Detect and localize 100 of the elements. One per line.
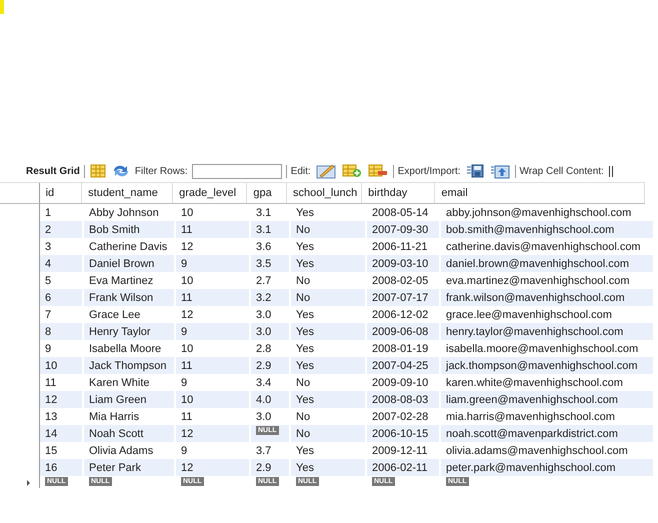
table-cell: Bob Smith (84, 221, 174, 238)
table-cell: 2.9 (251, 459, 289, 476)
table-cell: liam.green@mavenhighschool.com (441, 391, 653, 408)
table-cell-text: 3.0 (255, 410, 272, 424)
table-cell: bob.smith@mavenhighschool.com (441, 221, 653, 238)
table-cell-text: 2.7 (255, 274, 272, 288)
table-cell: 2008-08-03 (367, 391, 439, 408)
column-header[interactable]: birthday (362, 183, 436, 203)
wrap-cell-label: Wrap Cell Content: (520, 166, 604, 176)
table-cell-text: 9 (44, 342, 52, 356)
table-cell-text: 2008-05-14 (371, 206, 430, 220)
column-header[interactable]: student_name (82, 183, 174, 203)
edit-icon[interactable] (316, 163, 336, 179)
table-cell: Yes (291, 357, 365, 374)
text-cursor-icon (0, 0, 4, 14)
table-cell-text: Yes (295, 444, 315, 458)
table-cell: daniel.brown@mavenhighschool.com (441, 255, 653, 272)
table-cell: peter.park@mavenhighschool.com (441, 459, 653, 476)
table-cell: 4.0 (251, 391, 289, 408)
table-cell: frank.wilson@mavenhighschool.com (441, 289, 653, 306)
table-cell: No (291, 289, 365, 306)
table-cell-text: 11 (180, 410, 194, 424)
table-cell: Yes (291, 459, 365, 476)
table-cell: 3.5 (251, 255, 289, 272)
table-cell-text: No (295, 376, 312, 390)
table-cell: 11 (176, 357, 249, 374)
column-header[interactable]: email (435, 183, 645, 203)
table-cell-text: 3.0 (255, 308, 272, 322)
table-cell-text: 13 (44, 410, 58, 424)
export-icon[interactable] (466, 164, 484, 178)
table-cell: 11 (176, 221, 249, 238)
table-cell: 8 (40, 323, 82, 340)
table-cell: jack.thompson@mavenhighschool.com (441, 357, 653, 374)
table-cell-text: isabella.moore@mavenhighschool.com (445, 342, 640, 356)
table-cell: 3.0 (251, 323, 289, 340)
table-cell-text: No (295, 410, 312, 424)
table-cell-text: catherine.davis@mavenhighschool.com (445, 240, 642, 254)
table-cell: noah.scott@mavenparkdistrict.com (441, 425, 653, 442)
table-cell-text: 3 (44, 240, 52, 254)
table-cell-text: 12 (180, 240, 194, 254)
refresh-icon[interactable] (112, 164, 130, 178)
table-cell-text: Yes (295, 240, 315, 254)
table-cell: 11 (176, 289, 249, 306)
table-cell-text: Isabella Moore (88, 342, 162, 356)
table-cell-text: 15 (44, 444, 58, 458)
table-cell: 12 (176, 425, 249, 442)
wrap-toggle-icon[interactable] (608, 166, 613, 176)
table-cell: 2 (40, 221, 82, 238)
table-cell-text: 2006-12-02 (371, 308, 430, 322)
column-header[interactable]: gpa (247, 183, 287, 203)
table-cell-text: Yes (295, 206, 315, 220)
import-icon[interactable] (490, 163, 510, 179)
table-cell-text: 11 (44, 376, 58, 390)
table-cell: 10 (40, 357, 82, 374)
table-cell-text: Yes (295, 342, 315, 356)
column-header[interactable]: grade_level (173, 183, 248, 203)
table-cell-text: 12 (180, 308, 194, 322)
row-pointer-icon (27, 480, 30, 486)
table-cell-text: mia.harris@mavenhighschool.com (445, 410, 616, 424)
table-cell: 2009-03-10 (367, 255, 439, 272)
table-cell-text: 2.8 (255, 342, 272, 356)
table-cell-text: 10 (180, 342, 194, 356)
table-cell: 9 (176, 255, 249, 272)
filter-field[interactable] (192, 164, 282, 178)
table-cell: 12 (40, 391, 82, 408)
table-cell-text: 5 (44, 274, 52, 288)
table-cell: 3.2 (251, 289, 289, 306)
edit-label: Edit: (290, 166, 311, 176)
column-header[interactable]: id (40, 183, 82, 203)
table-cell: 2007-09-30 (367, 221, 439, 238)
table-cell: 2009-06-08 (367, 323, 439, 340)
table-cell: No (291, 221, 365, 238)
table-cell-text: 9 (180, 376, 188, 390)
table-cell-text: Yes (295, 308, 315, 322)
table-cell: No (291, 425, 365, 442)
table-cell-text: 10 (180, 274, 194, 288)
delete-row-icon[interactable] (368, 164, 388, 178)
table-cell: Liam Green (84, 391, 174, 408)
table-cell: 2.9 (251, 357, 289, 374)
grid-view-icon[interactable] (90, 164, 106, 178)
table-cell: Yes (291, 323, 365, 340)
table-cell: Yes (291, 391, 365, 408)
table-cell-text: 3.6 (255, 240, 272, 254)
table-cell: Frank Wilson (84, 289, 174, 306)
table-cell-text: Abby Johnson (88, 206, 160, 220)
table-cell-text: 3.1 (255, 206, 272, 220)
table-cell-text: eva.martinez@mavenhighschool.com (445, 274, 631, 288)
table-cell: Yes (291, 255, 365, 272)
table-cell: 6 (40, 289, 82, 306)
table-cell-text: Olivia Adams (88, 444, 154, 458)
table-cell: 2007-07-17 (367, 289, 439, 306)
table-cell: 14 (40, 425, 82, 442)
table-cell-text: 2006-11-21 (371, 240, 428, 254)
table-cell: 2007-04-25 (367, 357, 439, 374)
table-cell-text: No (295, 274, 312, 288)
table-cell-text: grace.lee@mavenhighschool.com (445, 308, 613, 322)
add-row-icon[interactable] (342, 164, 362, 178)
result-grid-title: Result Grid (26, 166, 80, 176)
table-cell: 10 (176, 391, 249, 408)
column-header[interactable]: school_lunch (286, 183, 362, 203)
